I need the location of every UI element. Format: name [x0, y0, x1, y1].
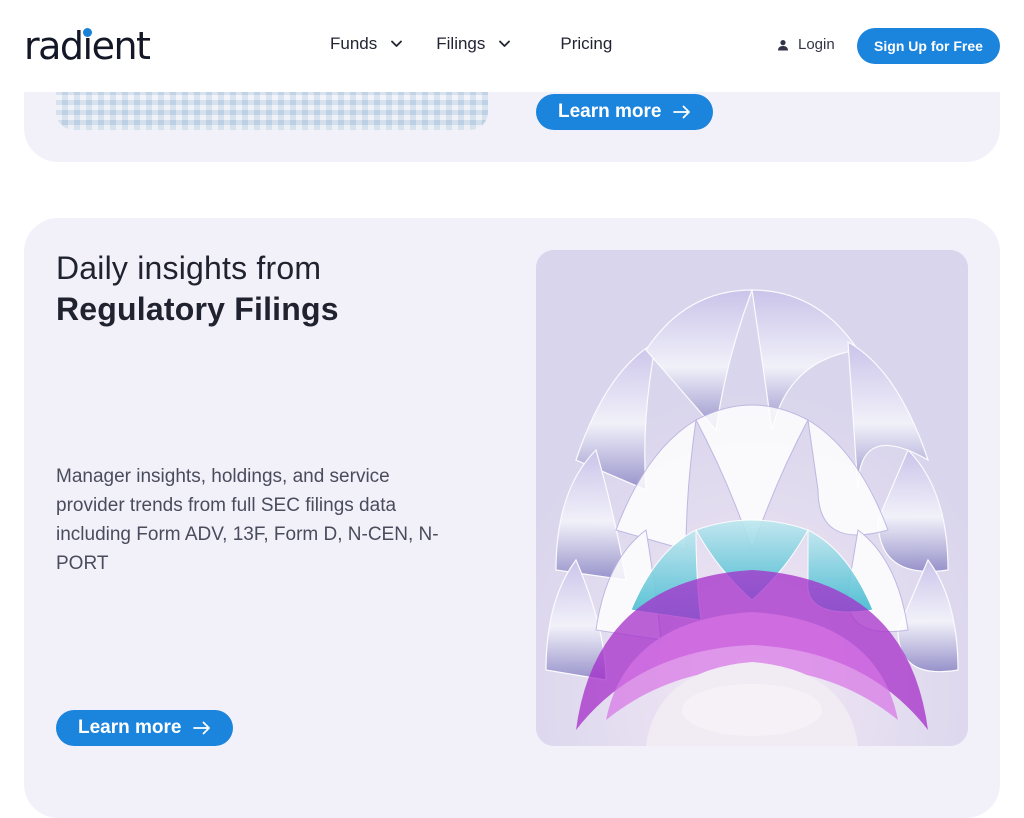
nav-item-filings-label: Filings [436, 34, 486, 53]
nav-item-funds[interactable]: Funds [330, 34, 403, 54]
card-title-line2: Regulatory Filings [56, 291, 339, 327]
nav-item-filings[interactable]: Filings [436, 34, 511, 54]
site-header: radı ent Funds Filings Pricing Login Sign… [0, 0, 1024, 92]
arrow-right-icon [673, 105, 691, 119]
logo-text: radı ent [24, 24, 151, 68]
nav-item-pricing[interactable]: Pricing [560, 34, 612, 54]
login-label: Login [798, 36, 835, 53]
learn-more-label: Learn more [78, 717, 182, 738]
learn-more-button-top[interactable]: Learn more [536, 94, 714, 130]
card-title-line1: Daily insights from [56, 250, 322, 286]
glass-arch-illustration [536, 250, 968, 746]
logo[interactable]: radı ent [24, 24, 151, 68]
main-nav: Funds Filings Pricing [330, 34, 646, 54]
arrow-right-icon [193, 721, 211, 735]
learn-more-label: Learn more [558, 101, 662, 122]
feature-card-regulatory-filings: Daily insights from Regulatory Filings M… [24, 218, 1000, 818]
login-link[interactable]: Login [777, 36, 835, 53]
card-description: Manager insights, holdings, and service … [56, 466, 439, 574]
sign-up-button[interactable]: Sign Up for Free [857, 28, 1000, 64]
learn-more-button[interactable]: Learn more [56, 710, 234, 746]
abstract-glass-arch-image [536, 250, 968, 746]
chevron-down-icon [499, 40, 511, 47]
logo-dot [82, 28, 92, 37]
nav-item-funds-label: Funds [330, 34, 378, 53]
sign-up-label: Sign Up for Free [874, 38, 983, 54]
chevron-down-icon [391, 40, 403, 47]
nav-item-pricing-label: Pricing [560, 34, 613, 53]
user-icon [778, 39, 788, 50]
